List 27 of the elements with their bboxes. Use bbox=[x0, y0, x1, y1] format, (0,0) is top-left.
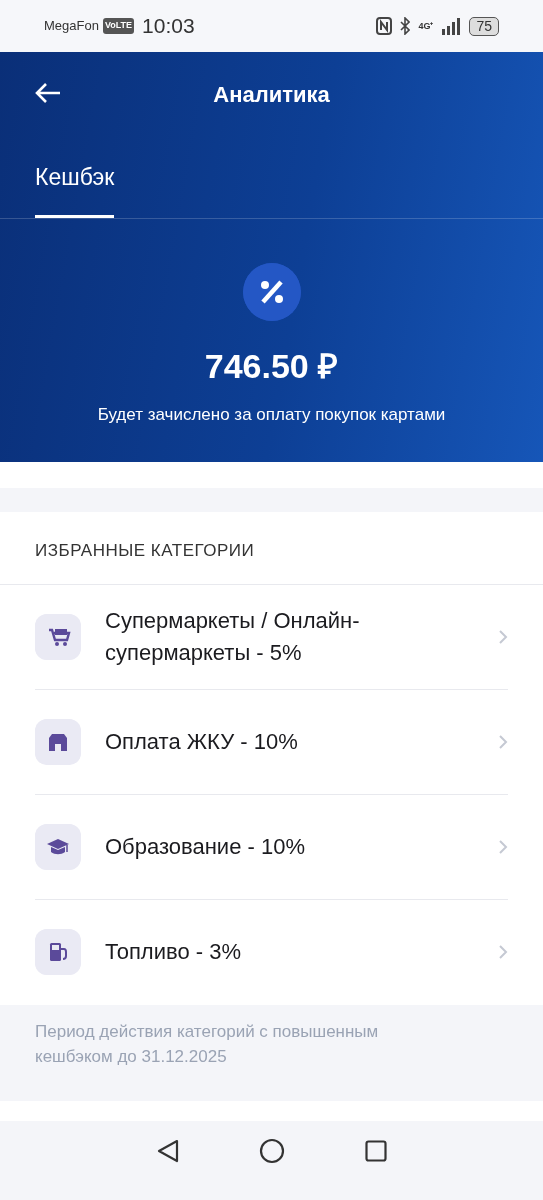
signal-icon bbox=[441, 17, 462, 35]
chevron-icon bbox=[498, 838, 508, 855]
back-nav-icon[interactable] bbox=[156, 1138, 179, 1163]
home-nav-icon[interactable] bbox=[258, 1137, 285, 1164]
category-item[interactable]: Образование - 10% bbox=[35, 794, 508, 900]
battery-level: 75 bbox=[469, 16, 499, 36]
section-heading: ИЗБРАННЫЕ КАТЕГОРИИ bbox=[0, 512, 543, 585]
category-item[interactable]: Топливо - 3% bbox=[35, 899, 508, 1005]
back-arrow-icon[interactable] bbox=[34, 82, 62, 104]
percent-icon bbox=[242, 262, 301, 321]
volte-badge: VoLTE bbox=[102, 18, 135, 34]
nfc-icon bbox=[376, 17, 393, 35]
chevron-icon bbox=[498, 733, 508, 750]
clock-time: 10:03 bbox=[142, 13, 195, 40]
carrier-name: MegaFon bbox=[44, 17, 99, 36]
category-item[interactable]: Оплата ЖКУ - 10% bbox=[35, 689, 508, 795]
chevron-icon bbox=[498, 944, 508, 960]
footnote: Период действия категорий с повышенным кешбэком до 31.12.2025 bbox=[34, 1020, 380, 1068]
category-item[interactable]: Супермаркеты / Онлайн-супермаркеты - 5% bbox=[35, 584, 508, 690]
screen-title: Аналитика bbox=[213, 81, 330, 109]
bluetooth-icon bbox=[400, 17, 411, 35]
network-type: 4G⁺ bbox=[418, 21, 434, 31]
cashback-caption: Будет зачислено за оплату покупок картами bbox=[96, 403, 447, 426]
cashback-amount: 746.50 ₽ bbox=[203, 345, 340, 387]
recents-nav-icon[interactable] bbox=[364, 1139, 387, 1162]
chevron-icon bbox=[498, 628, 508, 645]
cashback-tab[interactable]: Кешбэк bbox=[35, 136, 115, 218]
